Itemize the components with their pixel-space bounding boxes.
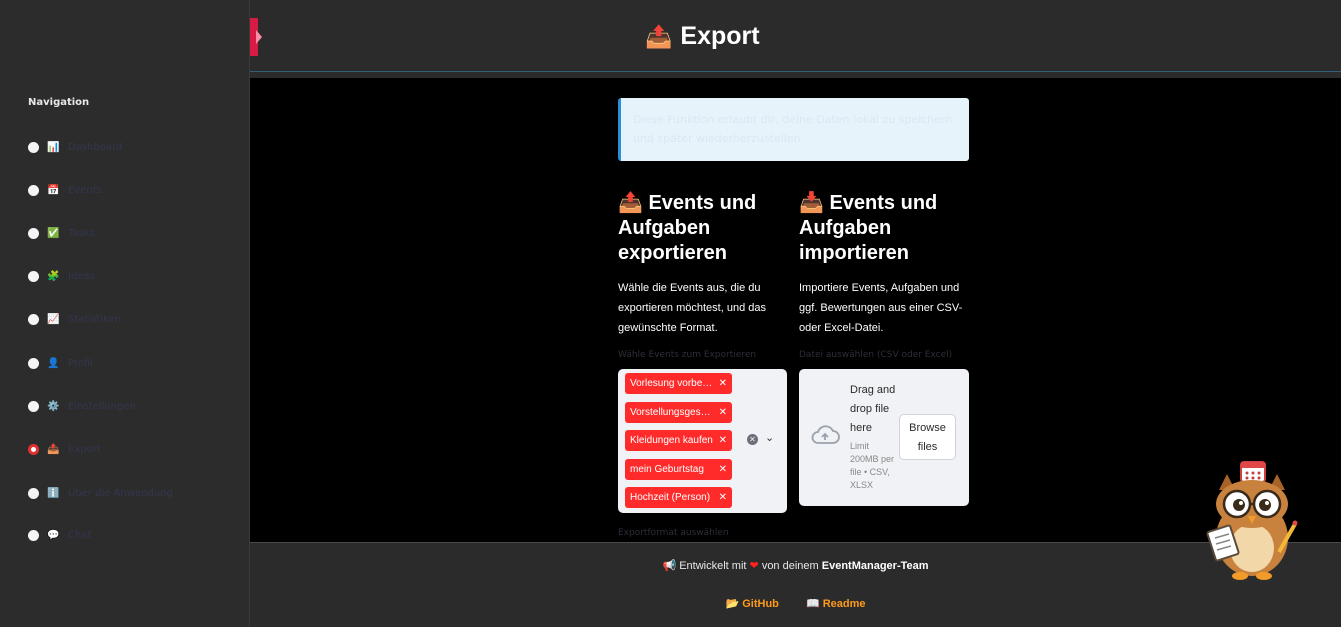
sidebar-item-3[interactable]: 🧩 Ideas (28, 268, 95, 284)
sidebar-item-5[interactable]: 👤 Profil (28, 355, 93, 371)
file-uploader[interactable]: Drag and drop file here Limit 200MB per … (799, 369, 969, 506)
export-title: 📤 Events und Aufgaben exportieren (618, 191, 790, 266)
footer-text-after: von deinem (761, 560, 819, 572)
megaphone-icon: 📢 (662, 560, 677, 572)
outbox-icon: 📤 (645, 23, 673, 49)
readme-link[interactable]: 📖 Readme (806, 598, 866, 610)
radio-button[interactable] (28, 357, 39, 369)
nav-item-icon: ℹ️ (47, 487, 60, 499)
export-format-label: Exportformat auswählen (618, 528, 729, 538)
nav-item-icon: 📅 (47, 184, 60, 196)
browse-files-button[interactable]: Browse files (899, 414, 956, 460)
radio-button[interactable] (28, 400, 39, 412)
footer-credit: 📢 Entwickelt mit ❤ von deinem EventManag… (250, 559, 1341, 572)
nav-item-icon: 💬 (47, 529, 60, 541)
radio-button[interactable] (28, 487, 39, 499)
sidebar-item-label: Dashboard (68, 141, 123, 153)
event-tag-label: Vorstellungsgespräch (630, 407, 714, 418)
sidebar-item-1[interactable]: 📅 Events (28, 182, 102, 198)
event-multiselect[interactable]: Vorlesung vorbereiten ✕ Vorstellungsgesp… (618, 369, 787, 513)
nav-item-icon: 🧩 (47, 270, 60, 282)
sidebar-item-label: Events (68, 184, 102, 196)
import-description: Importiere Events, Aufgaben und ggf. Bew… (799, 282, 963, 334)
radio-button[interactable] (28, 184, 39, 196)
book-icon: 📖 (805, 598, 820, 610)
chevron-right-icon[interactable] (256, 30, 262, 44)
radio-button[interactable] (28, 443, 39, 455)
import-title: 📥 Events und Aufgaben importieren (799, 191, 969, 266)
upload-label: Datei auswählen (CSV oder Excel) (799, 350, 953, 360)
footer: 📢 Entwickelt mit ❤ von deinem EventManag… (250, 542, 1341, 627)
sidebar-item-label: Statistiken (68, 313, 121, 325)
sidebar-item-label: Chat (68, 529, 92, 541)
event-tag[interactable]: Hochzeit (Person) ✕ (625, 487, 732, 508)
github-link[interactable]: 📂 GitHub (725, 598, 782, 610)
remove-tag-icon[interactable]: ✕ (719, 435, 727, 446)
navigation-title: Navigation (28, 97, 90, 108)
sidebar-item-8[interactable]: ℹ️ Über die Anwendung (28, 485, 173, 501)
radio-button[interactable] (28, 529, 39, 541)
sidebar-item-0[interactable]: 📊 Dashboard (28, 139, 122, 155)
remove-tag-icon[interactable]: ✕ (719, 407, 727, 418)
sidebar-item-label: Export (68, 443, 101, 455)
nav-item-icon: ✅ (47, 227, 60, 239)
sidebar-item-6[interactable]: ⚙️ Einstellungen (28, 398, 136, 414)
inbox-icon: 📥 (799, 192, 824, 214)
sidebar-item-2[interactable]: ✅ Tasks (28, 225, 95, 241)
radio-button[interactable] (28, 313, 39, 325)
nav-item-icon: 📤 (47, 443, 60, 455)
clear-all-icon[interactable]: ✕ (747, 434, 758, 445)
radio-button[interactable] (28, 141, 39, 153)
sidebar-item-9[interactable]: 💬 Chat (28, 527, 91, 543)
export-description: Wähle die Events aus, die du exportieren… (618, 282, 766, 334)
page-title-text: Export (680, 22, 760, 50)
sidebar-item-label: Über die Anwendung (68, 487, 173, 499)
export-column: 📤 Events und Aufgaben exportieren Wähle … (618, 191, 790, 338)
event-tag-label: Vorlesung vorbereiten (630, 378, 714, 389)
event-tag-label: mein Geburtstag (630, 464, 704, 475)
nav-item-icon: 📈 (47, 313, 60, 325)
header: 📤 Export (250, 0, 1341, 72)
remove-tag-icon[interactable]: ✕ (719, 492, 727, 503)
event-tag[interactable]: mein Geburtstag ✕ (625, 459, 732, 480)
limit-text: Limit 200MB per file • CSV, XLSX (850, 441, 895, 490)
nav-item-icon: 📊 (47, 141, 60, 153)
nav-item-icon: 👤 (47, 357, 60, 369)
event-tag[interactable]: Vorstellungsgespräch ✕ (625, 402, 732, 423)
event-tag-label: Hochzeit (Person) (630, 492, 711, 503)
sidebar-item-label: Einstellungen (68, 400, 136, 412)
sidebar: Navigation 📊 Dashboard 📅 Events ✅ Tasks 🧩 Ideas… (0, 0, 250, 627)
footer-links: 📂 GitHub 📖 Readme (250, 597, 1341, 610)
import-column: 📥 Events und Aufgaben importieren Import… (799, 191, 969, 338)
remove-tag-icon[interactable]: ✕ (719, 378, 727, 389)
sidebar-item-7[interactable]: 📤 Export (28, 441, 101, 457)
event-tag-label: Kleidungen kaufen (630, 435, 713, 446)
sidebar-item-label: Ideas (68, 270, 95, 282)
page-title: 📤 Export (645, 22, 760, 51)
event-tag[interactable]: Vorlesung vorbereiten ✕ (625, 373, 732, 394)
drop-text: Drag and drop file here (850, 384, 896, 434)
nav-item-icon: ⚙️ (47, 400, 60, 412)
sidebar-item-label: Profil (68, 357, 93, 369)
team-name: EventManager-Team (821, 560, 929, 572)
sidebar-item-label: Tasks (68, 227, 95, 239)
owl-mascot-icon (1206, 461, 1298, 580)
sidebar-item-4[interactable]: 📈 Statistiken (28, 311, 121, 327)
info-box: Diese Funktion erlaubt dir, deine Daten … (618, 98, 969, 161)
cloud-upload-icon (811, 425, 840, 444)
radio-button[interactable] (28, 270, 39, 282)
chevron-down-icon[interactable]: ⌄ (765, 431, 774, 444)
heart-icon: ❤ (749, 560, 759, 572)
remove-tag-icon[interactable]: ✕ (719, 464, 727, 475)
event-tag[interactable]: Kleidungen kaufen ✕ (625, 430, 732, 451)
folder-icon: 📂 (725, 598, 740, 610)
main-content: Diese Funktion erlaubt dir, deine Daten … (250, 78, 1341, 542)
footer-text-before: Entwickelt mit (679, 560, 747, 572)
event-select-label: Wähle Events zum Exportieren (618, 350, 757, 360)
outbox-icon: 📤 (618, 192, 643, 214)
radio-button[interactable] (28, 227, 39, 239)
